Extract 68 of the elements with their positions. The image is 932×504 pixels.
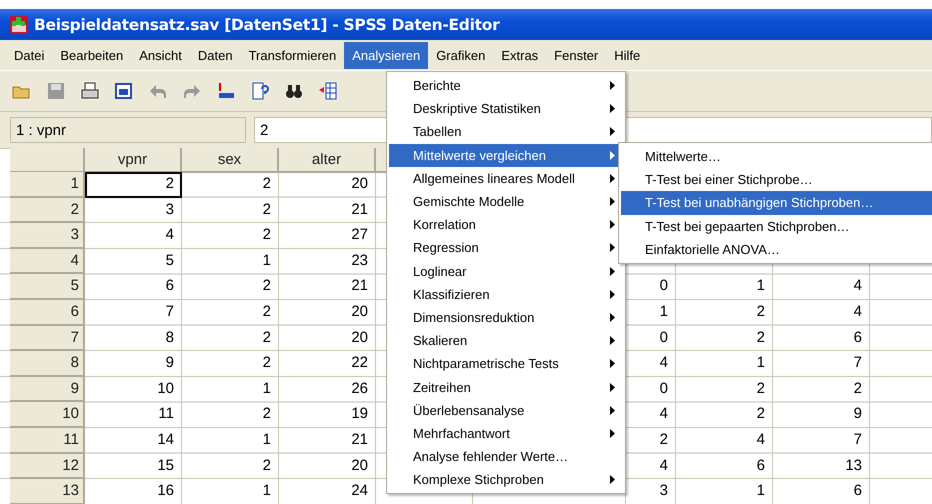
table-cell-text: 1 (262, 378, 272, 399)
table-cell-text: 0 (658, 378, 669, 399)
table-cell-text: 4 (852, 302, 863, 322)
table-cell-text: 7 (164, 302, 175, 322)
table-cell-text: 14 (156, 430, 175, 450)
table-cell-text: 9 (164, 353, 175, 374)
table-cell-text: 7 (852, 430, 863, 450)
table-cell-text: 2 (658, 430, 669, 450)
table-cell-text: 2 (756, 302, 766, 322)
table-cell-text: 21 (350, 430, 369, 450)
table-cell-text: 23 (350, 250, 369, 271)
table-cell-text: 2 (262, 456, 272, 476)
table-cell-text: 1 (658, 302, 669, 322)
window-title: Beispieldatensatz.sav [DatenSet1] - SPSS Daten-Editor (34, 16, 500, 34)
table-cell-text: 1 (262, 481, 272, 502)
table-cell-text: 4 (852, 276, 863, 296)
table-cell-text: 22 (350, 353, 369, 374)
table-cell-text: 8 (164, 328, 175, 348)
table-cell-text: 20 (350, 302, 369, 322)
table-cell-text: 3 (658, 481, 669, 502)
table-cell-text: 2 (262, 174, 272, 194)
table-cell-text: 9 (852, 404, 863, 424)
table-cell-text: 13 (844, 456, 863, 476)
table-cell-text: 2 (756, 328, 766, 348)
table-cell-text: 1 (262, 430, 272, 450)
table-cell-text: 4 (756, 430, 766, 450)
table-cell-text: 0 (658, 328, 669, 348)
table-cell-text: 7 (852, 353, 863, 374)
table-cell-text: 6 (852, 328, 863, 348)
table-cell-text: 5 (164, 250, 175, 271)
table-cell-text: 2 (756, 404, 766, 424)
table-cell-text: 6 (164, 276, 175, 296)
table-cell-text: 4 (658, 404, 669, 424)
table-cell-text: 2 (262, 353, 272, 374)
table-cell-text: 2 (262, 276, 272, 296)
table-cell-text: 1 (756, 353, 766, 374)
table-cell-text: 21 (350, 200, 369, 220)
table-cell-text: 6 (756, 456, 766, 476)
table-cell-text: 1 (756, 276, 766, 296)
table-cell-text: 24 (350, 481, 369, 502)
table-cell-text: 3 (164, 200, 175, 220)
table-cell-text: 2 (262, 302, 272, 322)
table-cell-text: 4 (658, 353, 669, 374)
table-cell-text: 6 (852, 481, 863, 502)
table-cell-text: 16 (156, 481, 175, 502)
table-cell-text: 4 (164, 225, 175, 246)
table-cell-text: 2 (262, 225, 272, 246)
table-cell-text: 20 (350, 328, 369, 348)
table-cell-text: 2 (756, 378, 766, 399)
table-cell-text: 27 (350, 225, 369, 246)
cell-reference: 1 : vpnr (10, 117, 246, 143)
table-cell: 2 (85, 172, 182, 198)
table-cell-text: 0 (658, 276, 669, 296)
table-cell-text: 20 (350, 174, 369, 194)
table-cell-text: 19 (350, 404, 369, 424)
table-cell-text: 1 (262, 250, 272, 271)
table-cell-text: 11 (157, 404, 175, 424)
table-cell-text: 2 (262, 404, 272, 424)
table-cell-text: 2 (852, 378, 863, 399)
table-cell-text: 21 (350, 276, 369, 296)
table-cell-text: 26 (350, 378, 369, 399)
table-cell-text: 15 (156, 456, 175, 476)
table-cell-text: 10 (156, 378, 175, 399)
table-cell-text: 4 (658, 456, 669, 476)
table-cell-text: 2 (262, 200, 272, 220)
table-cell-text: 2 (262, 328, 272, 348)
table-cell-text: 20 (350, 456, 369, 476)
table-cell-text: 1 (756, 481, 766, 502)
